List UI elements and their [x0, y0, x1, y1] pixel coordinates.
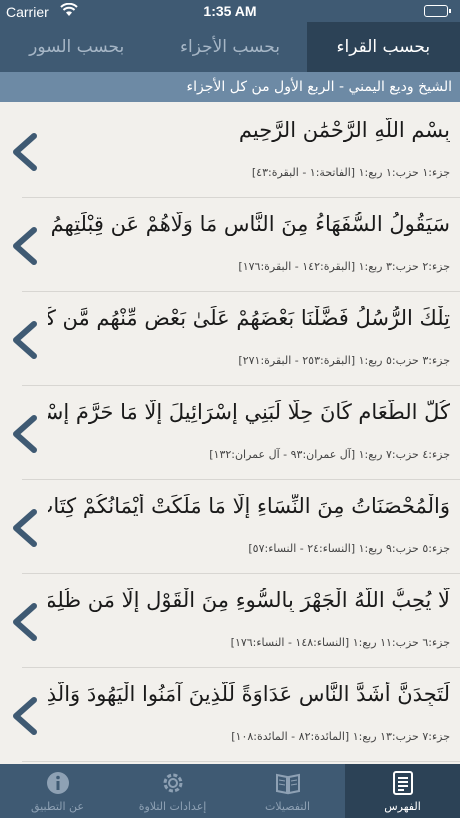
verse-reference: جزء:٧ حزب:١٣ ربع:١ [المائدة:٨٢ - المائدة… [231, 730, 450, 743]
tab-about[interactable]: عن التطبيق [0, 764, 115, 818]
segment-tabs: بحسب السور بحسب الأجزاء بحسب القراء [0, 22, 460, 72]
verse-reference: جزء:٤ حزب:٧ ربع:١ [آل عمران:٩٣ - آل عمرا… [209, 448, 450, 461]
tab-about-label: عن التطبيق [31, 800, 84, 813]
clock: 1:35 AM [203, 3, 257, 19]
tab-recitation-settings[interactable]: إعدادات التلاوة [115, 764, 230, 818]
verse-text: وَالْمُحْصَنَاتُ مِنَ النِّسَاءِ إِلَّا … [48, 494, 450, 518]
list-item[interactable]: كُلُّ الطَّعَامِ كَانَ حِلًّا لِّبَنِي إ… [13, 386, 460, 480]
verse-reference: جزء:١ حزب:١ ربع:١ [الفاتحة:١ - البقرة:٤٣… [251, 166, 450, 179]
verse-text: كُلُّ الطَّعَامِ كَانَ حِلًّا لِّبَنِي إ… [48, 400, 450, 424]
tab-index-label: الفهرس [384, 800, 421, 813]
list-item[interactable]: لَتَجِدَنَّ أَشَدَّ النَّاسِ عَدَاوَةً ل… [13, 668, 460, 762]
chevron-left-icon [13, 697, 37, 735]
verse-text: سَيَقُولُ السُّفَهَاءُ مِنَ النَّاسِ مَا… [48, 212, 450, 236]
chevron-left-icon [13, 321, 37, 359]
verse-text: لَتَجِدَنَّ أَشَدَّ النَّاسِ عَدَاوَةً ل… [48, 682, 450, 706]
verse-reference: جزء:٥ حزب:٩ ربع:١ [النساء:٢٤ - النساء:٥٧… [248, 542, 450, 555]
tab-details[interactable]: التفصيلات [230, 764, 345, 818]
section-title: الشيخ وديع اليمني - الربع الأول من كل ال… [0, 72, 460, 102]
info-icon [46, 772, 69, 794]
tab-details-label: التفصيلات [264, 800, 311, 813]
quarter-list[interactable]: بِسْمِ اللَّهِ الرَّحْمَٰنِ الرَّحِيمِ ج… [0, 104, 460, 764]
battery-icon [424, 5, 451, 17]
chevron-left-icon [13, 415, 37, 453]
chevron-left-icon [13, 603, 37, 641]
tab-index[interactable]: الفهرس [345, 764, 460, 818]
list-item[interactable]: بِسْمِ اللَّهِ الرَّحْمَٰنِ الرَّحِيمِ ج… [13, 104, 460, 198]
chevron-left-icon [13, 509, 37, 547]
status-bar: Carrier 1:35 AM [0, 0, 460, 22]
verse-reference: جزء:٦ حزب:١١ ربع:١ [النساء:١٤٨ - النساء:… [230, 636, 450, 649]
gear-icon [163, 773, 182, 793]
index-icon [392, 771, 413, 795]
chevron-left-icon [13, 227, 37, 265]
list-item[interactable]: وَالْمُحْصَنَاتُ مِنَ النِّسَاءِ إِلَّا … [13, 480, 460, 574]
book-icon [275, 773, 300, 795]
list-item[interactable]: لَّا يُحِبُّ اللَّهُ الْجَهْرَ بِالسُّوء… [13, 574, 460, 668]
verse-text: بِسْمِ اللَّهِ الرَّحْمَٰنِ الرَّحِيمِ [238, 118, 450, 142]
bottom-tab-bar: عن التطبيق إعدادات التلاوة التفصيلات الف… [0, 764, 460, 818]
verse-text: تِلْكَ الرُّسُلُ فَضَّلْنَا بَعْضَهُمْ ع… [48, 306, 450, 330]
list-item[interactable]: سَيَقُولُ السُّفَهَاءُ مِنَ النَّاسِ مَا… [13, 198, 460, 292]
tab-by-surah[interactable]: بحسب السور [0, 22, 153, 72]
list-item[interactable]: تِلْكَ الرُّسُلُ فَضَّلْنَا بَعْضَهُمْ ع… [13, 292, 460, 386]
tab-recitation-settings-label: إعدادات التلاوة [138, 800, 207, 813]
verse-text: لَّا يُحِبُّ اللَّهُ الْجَهْرَ بِالسُّوء… [48, 588, 450, 612]
verse-reference: جزء:٢ حزب:٣ ربع:١ [البقرة:١٤٢ - البقرة:١… [238, 260, 450, 273]
tab-by-juz[interactable]: بحسب الأجزاء [153, 22, 306, 72]
tab-by-reciter[interactable]: بحسب القراء [306, 22, 460, 72]
chevron-left-icon [13, 133, 37, 171]
verse-reference: جزء:٣ حزب:٥ ربع:١ [البقرة:٢٥٣ - البقرة:٢… [238, 354, 450, 367]
